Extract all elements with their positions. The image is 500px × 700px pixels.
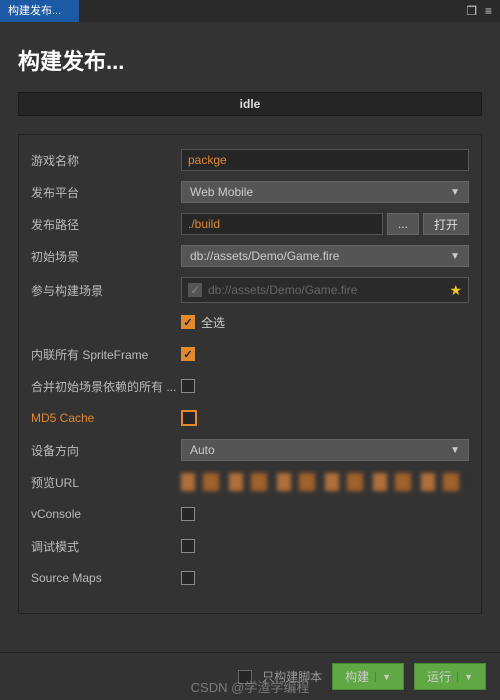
label-platform: 发布平台 bbox=[31, 184, 181, 201]
vconsole-checkbox[interactable] bbox=[181, 507, 195, 521]
titlebar: 构建发布... ❐ ≡ bbox=[0, 0, 500, 22]
label-orientation: 设备方向 bbox=[31, 442, 181, 459]
scene-item-checkbox[interactable] bbox=[188, 283, 202, 297]
game-name-input[interactable] bbox=[181, 149, 469, 171]
inline-sprite-checkbox[interactable] bbox=[181, 347, 195, 361]
chevron-down-icon[interactable]: ▼ bbox=[457, 672, 473, 682]
chevron-down-icon: ▼ bbox=[450, 445, 460, 456]
label-merge-deps: 合并初始场景依赖的所有 ... bbox=[31, 378, 181, 395]
label-vconsole: vConsole bbox=[31, 507, 181, 521]
chevron-down-icon: ▼ bbox=[450, 251, 460, 262]
watermark: CSDN @学渣学编程 bbox=[191, 677, 310, 696]
platform-select[interactable]: Web Mobile▼ bbox=[181, 181, 469, 203]
select-all-label: 全选 bbox=[201, 314, 225, 331]
build-form: 游戏名称 发布平台 Web Mobile▼ 发布路径 ... 打开 初始场景 d… bbox=[18, 134, 482, 614]
md5-checkbox[interactable] bbox=[181, 410, 197, 426]
window-tab[interactable]: 构建发布... bbox=[0, 0, 79, 22]
panel-title: 构建发布... bbox=[18, 44, 482, 76]
debug-checkbox[interactable] bbox=[181, 539, 195, 553]
label-debug: 调试模式 bbox=[31, 538, 181, 555]
label-md5: MD5 Cache bbox=[31, 411, 181, 425]
source-maps-checkbox[interactable] bbox=[181, 571, 195, 585]
preview-url-value bbox=[181, 473, 469, 491]
path-input[interactable] bbox=[181, 213, 383, 235]
label-start-scene: 初始场景 bbox=[31, 248, 181, 265]
build-status: idle bbox=[18, 92, 482, 116]
run-button[interactable]: 运行▼ bbox=[414, 663, 486, 690]
label-game-name: 游戏名称 bbox=[31, 152, 181, 169]
scene-list[interactable]: db://assets/Demo/Game.fire ★ bbox=[181, 277, 469, 303]
label-path: 发布路径 bbox=[31, 216, 181, 233]
star-icon[interactable]: ★ bbox=[449, 282, 462, 299]
label-source-maps: Source Maps bbox=[31, 571, 181, 585]
chevron-down-icon: ▼ bbox=[450, 187, 460, 198]
browse-button[interactable]: ... bbox=[387, 213, 419, 235]
chevron-down-icon[interactable]: ▼ bbox=[375, 672, 391, 682]
build-button[interactable]: 构建▼ bbox=[332, 663, 404, 690]
open-button[interactable]: 打开 bbox=[423, 213, 469, 235]
start-scene-select[interactable]: db://assets/Demo/Game.fire▼ bbox=[181, 245, 469, 267]
label-include-scenes: 参与构建场景 bbox=[31, 282, 181, 299]
menu-icon[interactable]: ≡ bbox=[485, 4, 492, 18]
select-all-checkbox[interactable] bbox=[181, 315, 195, 329]
orientation-select[interactable]: Auto▼ bbox=[181, 439, 469, 461]
label-preview-url: 预览URL bbox=[31, 474, 181, 491]
popout-icon[interactable]: ❐ bbox=[466, 4, 477, 18]
scene-item-path: db://assets/Demo/Game.fire bbox=[208, 283, 443, 297]
merge-deps-checkbox[interactable] bbox=[181, 379, 195, 393]
label-inline-sprite: 内联所有 SpriteFrame bbox=[31, 346, 181, 363]
